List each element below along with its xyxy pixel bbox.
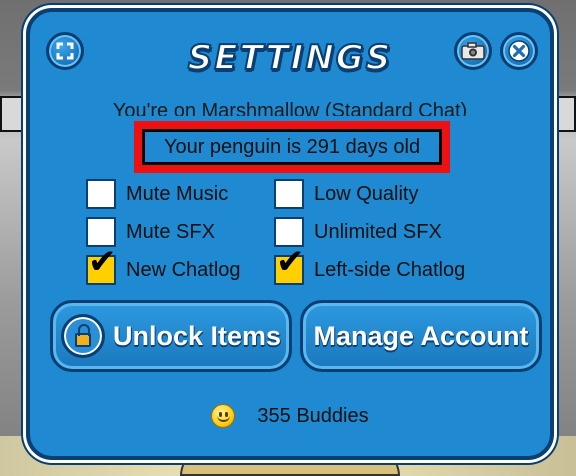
unlock-items-online-icon bbox=[60, 314, 105, 358]
padlock-icon bbox=[74, 324, 91, 347]
option-label: Left-side Chatlog bbox=[314, 258, 466, 281]
buddies-text: 355 Buddies bbox=[257, 404, 369, 427]
penguin-age-highlight: Your penguin is 291 days old bbox=[134, 121, 450, 173]
buddies-count: 355 Buddies bbox=[30, 404, 550, 428]
settings-panel: SETTINGS You're on Marshmallow (Standard… bbox=[26, 8, 554, 460]
manage-account-label: Manage Account bbox=[313, 320, 529, 351]
checkmark-icon: ✔ bbox=[276, 242, 305, 282]
option-new-chatlog[interactable]: ✔ New Chatlog bbox=[86, 245, 241, 286]
smiley-icon bbox=[211, 404, 236, 428]
manage-account-button[interactable]: Manage Account bbox=[300, 300, 542, 372]
option-label: Mute Music bbox=[126, 182, 229, 205]
low-quality-checkbox[interactable] bbox=[274, 179, 304, 209]
checkmark-icon: ✔ bbox=[88, 242, 117, 282]
mute-music-checkbox[interactable] bbox=[86, 179, 116, 209]
option-label: Unlimited SFX bbox=[314, 220, 442, 243]
option-mute-music[interactable]: Mute Music bbox=[86, 178, 228, 210]
option-label: Mute SFX bbox=[126, 220, 215, 243]
unlock-items-label: Unlock Items bbox=[112, 320, 282, 351]
option-label: Low Quality bbox=[314, 182, 419, 205]
unlock-items-button[interactable]: Unlock Items bbox=[50, 300, 292, 372]
penguin-age-text: Your penguin is 291 days old bbox=[142, 129, 442, 165]
server-status: You're on Marshmallow (Standard Chat) bbox=[112, 100, 468, 116]
option-label: New Chatlog bbox=[126, 258, 241, 281]
option-left-side-chatlog[interactable]: ✔ Left-side Chatlog bbox=[274, 245, 466, 286]
dialog-title: SETTINGS bbox=[187, 37, 393, 79]
option-low-quality[interactable]: Low Quality bbox=[274, 178, 419, 210]
new-chatlog-checkbox[interactable]: ✔ bbox=[86, 245, 117, 285]
left-side-chatlog-checkbox[interactable]: ✔ bbox=[274, 245, 305, 285]
